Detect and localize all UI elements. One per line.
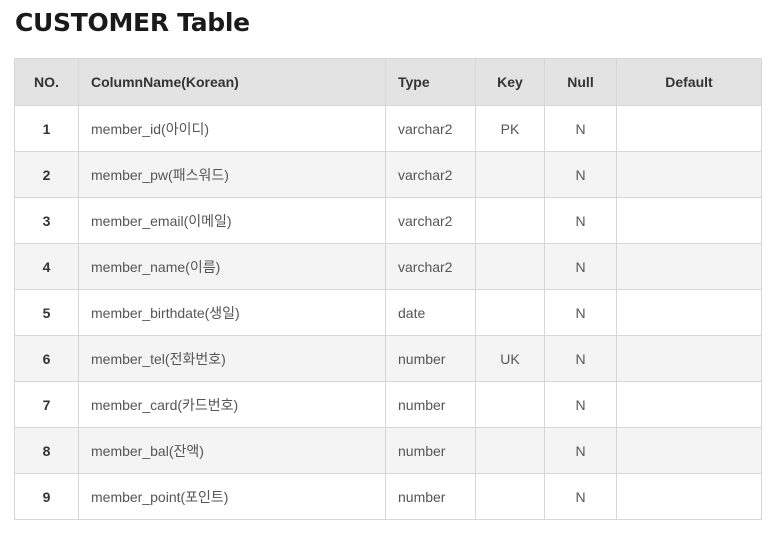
row-default xyxy=(616,243,762,290)
row-default xyxy=(616,289,762,336)
row-column-name: member_id(아이디) xyxy=(78,105,386,152)
row-key: UK xyxy=(475,335,545,382)
row-type: number xyxy=(385,427,476,474)
row-no: 8 xyxy=(14,427,79,474)
row-null: N xyxy=(544,427,617,474)
header-type: Type xyxy=(385,58,476,106)
row-no: 9 xyxy=(14,473,79,520)
row-key: PK xyxy=(475,105,545,152)
row-null: N xyxy=(544,473,617,520)
table-row: 6 member_tel(전화번호) number UK N xyxy=(14,335,762,382)
row-default xyxy=(616,105,762,152)
header-null: Null xyxy=(544,58,617,106)
row-column-name: member_point(포인트) xyxy=(78,473,386,520)
row-no: 1 xyxy=(14,105,79,152)
table-row: 1 member_id(아이디) varchar2 PK N xyxy=(14,105,762,152)
row-type: date xyxy=(385,289,476,336)
table-row: 2 member_pw(패스워드) varchar2 N xyxy=(14,151,762,198)
row-type: number xyxy=(385,381,476,428)
row-null: N xyxy=(544,105,617,152)
row-default xyxy=(616,427,762,474)
page-title: CUSTOMER Table xyxy=(15,8,250,37)
row-column-name: member_bal(잔액) xyxy=(78,427,386,474)
row-null: N xyxy=(544,289,617,336)
row-type: number xyxy=(385,473,476,520)
row-no: 7 xyxy=(14,381,79,428)
row-null: N xyxy=(544,197,617,244)
row-no: 3 xyxy=(14,197,79,244)
row-type: varchar2 xyxy=(385,105,476,152)
row-key xyxy=(475,381,545,428)
customer-table: NO. ColumnName(Korean) Type Key Null Def… xyxy=(14,58,762,520)
row-key xyxy=(475,197,545,244)
row-null: N xyxy=(544,151,617,198)
table-row: 8 member_bal(잔액) number N xyxy=(14,427,762,474)
header-no: NO. xyxy=(14,58,79,106)
row-default xyxy=(616,473,762,520)
row-key xyxy=(475,473,545,520)
header-key: Key xyxy=(475,58,545,106)
row-key xyxy=(475,243,545,290)
table-row: 9 member_point(포인트) number N xyxy=(14,473,762,520)
table-row: 7 member_card(카드번호) number N xyxy=(14,381,762,428)
row-column-name: member_name(이름) xyxy=(78,243,386,290)
row-type: number xyxy=(385,335,476,382)
row-type: varchar2 xyxy=(385,197,476,244)
table-header-row: NO. ColumnName(Korean) Type Key Null Def… xyxy=(14,58,762,106)
row-column-name: member_email(이메일) xyxy=(78,197,386,244)
header-column-name: ColumnName(Korean) xyxy=(78,58,386,106)
row-default xyxy=(616,197,762,244)
row-null: N xyxy=(544,243,617,290)
row-column-name: member_tel(전화번호) xyxy=(78,335,386,382)
row-null: N xyxy=(544,335,617,382)
row-no: 4 xyxy=(14,243,79,290)
row-key xyxy=(475,289,545,336)
row-type: varchar2 xyxy=(385,243,476,290)
header-default: Default xyxy=(616,58,762,106)
row-no: 5 xyxy=(14,289,79,336)
table-row: 5 member_birthdate(생일) date N xyxy=(14,289,762,336)
row-default xyxy=(616,381,762,428)
row-default xyxy=(616,151,762,198)
row-key xyxy=(475,427,545,474)
row-key xyxy=(475,151,545,198)
row-no: 6 xyxy=(14,335,79,382)
row-default xyxy=(616,335,762,382)
row-no: 2 xyxy=(14,151,79,198)
row-type: varchar2 xyxy=(385,151,476,198)
table-row: 4 member_name(이름) varchar2 N xyxy=(14,243,762,290)
table-row: 3 member_email(이메일) varchar2 N xyxy=(14,197,762,244)
row-column-name: member_birthdate(생일) xyxy=(78,289,386,336)
row-column-name: member_pw(패스워드) xyxy=(78,151,386,198)
row-column-name: member_card(카드번호) xyxy=(78,381,386,428)
row-null: N xyxy=(544,381,617,428)
